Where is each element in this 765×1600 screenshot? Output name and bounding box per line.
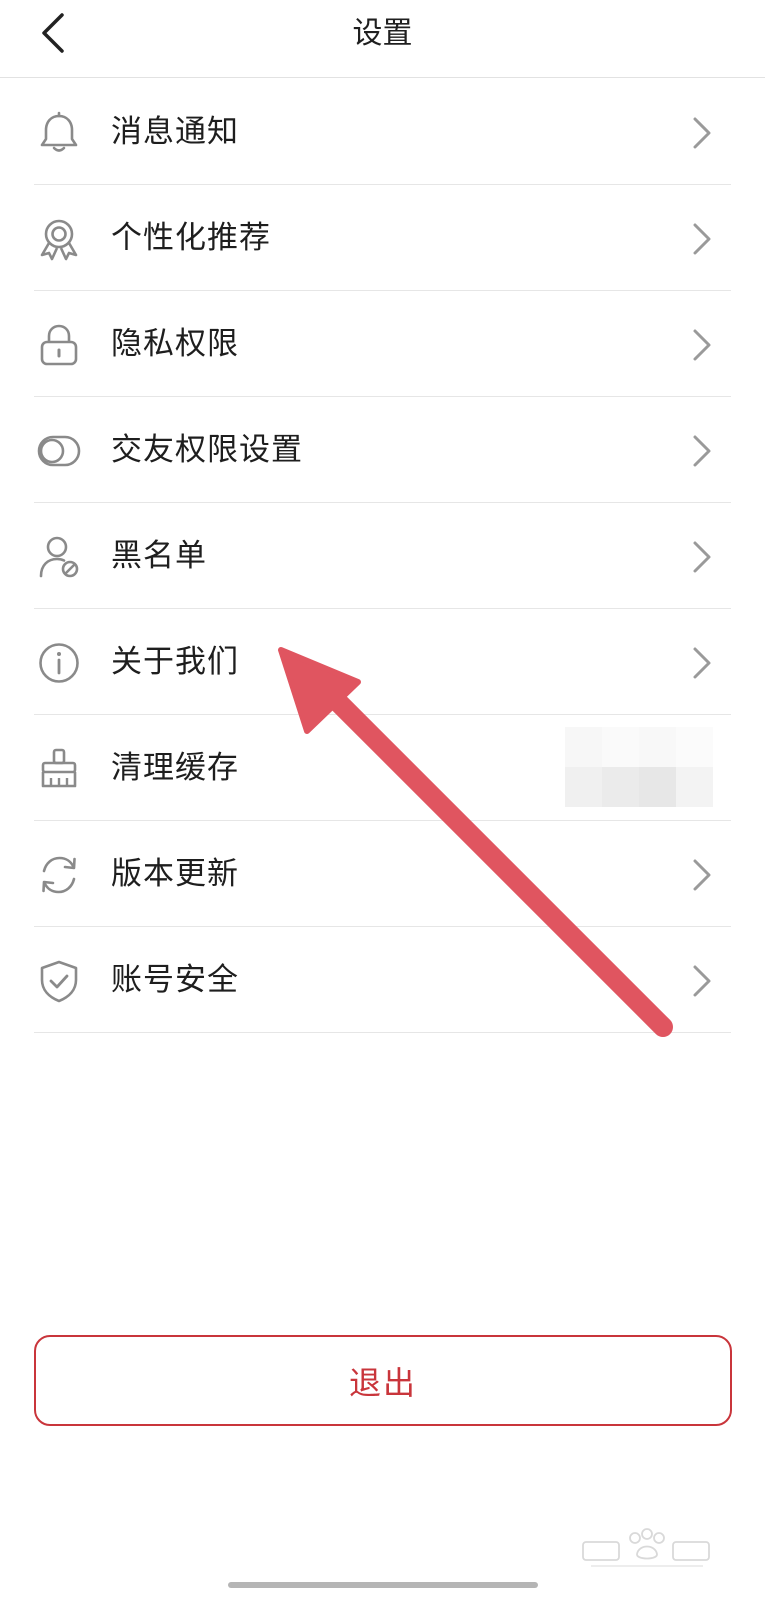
settings-item-account-security[interactable]: 账号安全 — [0, 927, 765, 1033]
settings-item-privacy[interactable]: 隐私权限 — [0, 291, 765, 397]
chevron-right-icon — [693, 541, 711, 573]
settings-item-blacklist[interactable]: 黑名单 — [0, 503, 765, 609]
logout-button[interactable]: 退出 — [34, 1335, 732, 1426]
chevron-right-icon — [693, 223, 711, 255]
top-nav-bar: 设置 — [0, 0, 765, 78]
settings-item-label: 个性化推荐 — [111, 220, 271, 256]
chevron-right-icon — [693, 859, 711, 891]
chevron-right-icon — [693, 329, 711, 361]
settings-item-notifications[interactable]: 消息通知 — [0, 79, 765, 185]
settings-item-personalized-recommendation[interactable]: 个性化推荐 — [0, 185, 765, 291]
chevron-right-icon — [693, 965, 711, 997]
bell-icon — [40, 111, 78, 152]
broom-icon — [41, 748, 77, 788]
cache-size-value-redacted — [565, 727, 713, 807]
award-icon — [40, 219, 78, 261]
settings-item-version-update[interactable]: 版本更新 — [0, 821, 765, 927]
toggle-icon — [37, 435, 81, 467]
lock-icon — [40, 324, 78, 366]
settings-list: 消息通知 个性化推荐 隐私权限 交友权限设置 黑名单 关于我们 清理缓存 版本更… — [0, 79, 765, 1033]
settings-item-label: 版本更新 — [111, 856, 239, 892]
info-icon — [39, 643, 79, 683]
settings-item-label: 消息通知 — [111, 114, 239, 150]
chevron-right-icon — [693, 647, 711, 679]
user-block-icon — [39, 536, 79, 578]
home-indicator — [228, 1582, 538, 1588]
shield-check-icon — [40, 960, 78, 1003]
settings-item-label: 交友权限设置 — [111, 432, 303, 468]
settings-item-label: 账号安全 — [111, 962, 239, 998]
watermark-logo — [582, 1528, 710, 1567]
refresh-icon — [42, 856, 76, 894]
page-title: 设置 — [352, 16, 413, 51]
settings-item-friend-permissions[interactable]: 交友权限设置 — [0, 397, 765, 503]
settings-item-label: 清理缓存 — [111, 750, 239, 786]
settings-item-about-us[interactable]: 关于我们 — [0, 609, 765, 715]
settings-item-label: 关于我们 — [111, 644, 239, 680]
settings-item-label: 隐私权限 — [111, 326, 239, 362]
settings-item-label: 黑名单 — [111, 538, 207, 574]
settings-item-clear-cache[interactable]: 清理缓存 — [0, 715, 765, 821]
chevron-right-icon — [693, 435, 711, 467]
chevron-right-icon — [693, 117, 711, 149]
